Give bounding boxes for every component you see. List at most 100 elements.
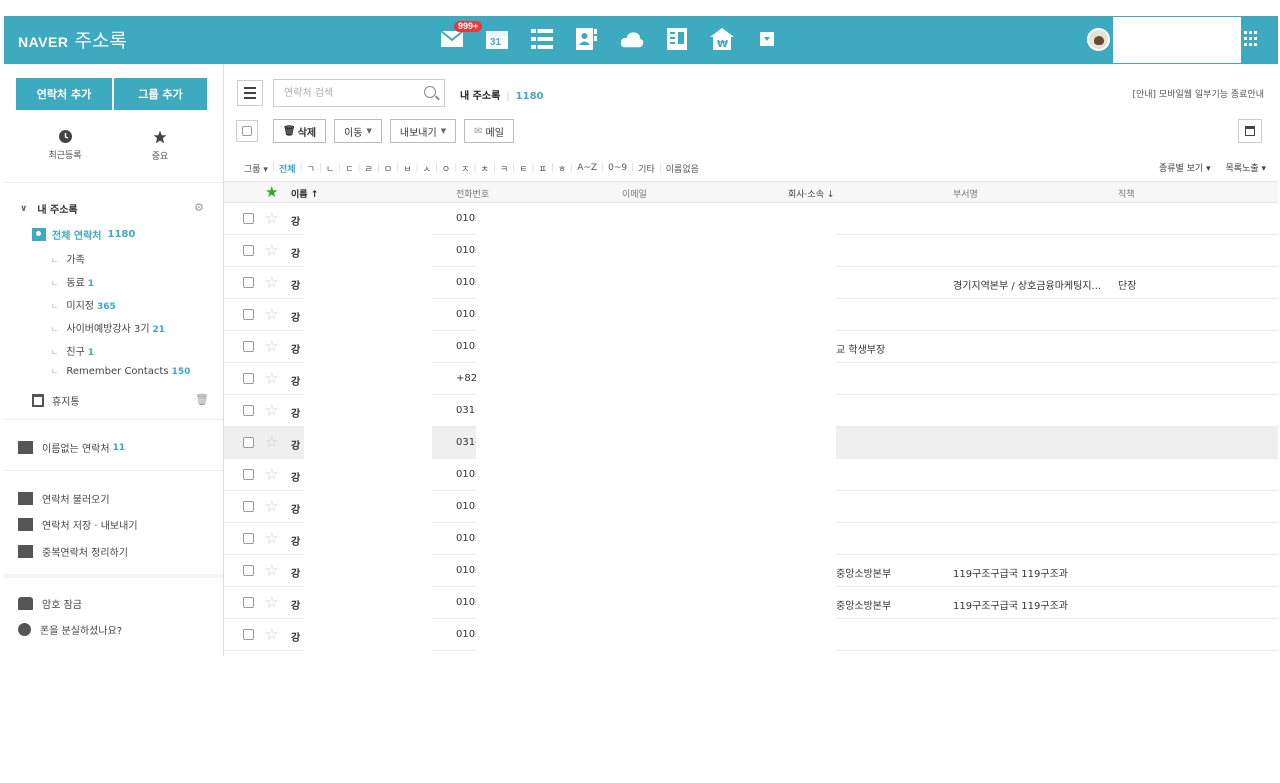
- row-checkbox[interactable]: [243, 629, 254, 640]
- col-email[interactable]: 이메일: [622, 187, 647, 200]
- index-item[interactable]: 기타: [634, 162, 659, 175]
- export-button[interactable]: 내보내기 ▼: [389, 119, 457, 143]
- contact-name[interactable]: 강: [291, 629, 300, 644]
- calendar-icon[interactable]: 31: [485, 25, 509, 53]
- row-checkbox[interactable]: [243, 501, 254, 512]
- contact-name[interactable]: 강: [291, 373, 300, 388]
- favorite-star-icon[interactable]: ☆: [265, 369, 278, 387]
- lost-phone-link[interactable]: 폰을 분실하셨나요?: [18, 622, 122, 637]
- row-checkbox[interactable]: [243, 565, 254, 576]
- favorite-star-icon[interactable]: ☆: [265, 561, 278, 579]
- more-apps-icon[interactable]: [755, 25, 779, 53]
- export-link[interactable]: 연락처 저장 · 내보내기: [18, 517, 138, 532]
- col-company[interactable]: 회사·소속 ↓: [788, 187, 834, 200]
- favorite-star-icon[interactable]: ☆: [265, 337, 278, 355]
- favorite-star-icon[interactable]: ☆: [265, 209, 278, 227]
- star-filter-icon[interactable]: ★: [265, 184, 278, 200]
- notice-link[interactable]: [안내] 모바일웹 일부기능 종료안내: [1132, 87, 1264, 100]
- row-checkbox[interactable]: [243, 309, 254, 320]
- contacts-icon[interactable]: [575, 25, 599, 53]
- contact-name[interactable]: 강: [291, 565, 300, 580]
- row-checkbox[interactable]: [243, 533, 254, 544]
- lock-link[interactable]: 암호 잠금: [18, 596, 82, 611]
- add-group-button[interactable]: 그룹 추가: [114, 78, 207, 110]
- view-type-dropdown[interactable]: 종류별 보기 ▾: [1153, 164, 1211, 174]
- mail-button[interactable]: ✉ 메일: [464, 119, 514, 143]
- move-button[interactable]: 이동 ▼: [334, 119, 382, 143]
- group-item[interactable]: ㄴ Remember Contacts 150: [51, 366, 190, 377]
- contact-name[interactable]: 강: [291, 437, 300, 452]
- search-icon[interactable]: [424, 86, 436, 98]
- col-phone[interactable]: 전화번호: [456, 187, 489, 200]
- favorite-star-icon[interactable]: ☆: [265, 401, 278, 419]
- contact-name[interactable]: 강: [291, 405, 300, 420]
- index-item[interactable]: 0~9: [604, 163, 631, 173]
- contact-name[interactable]: 강: [291, 213, 300, 228]
- contact-name[interactable]: 강: [291, 533, 300, 548]
- favorite-star-icon[interactable]: ☆: [265, 465, 278, 483]
- office-icon[interactable]: [665, 25, 689, 53]
- group-item[interactable]: ㄴ 사이버예방강사 3기 21: [51, 320, 165, 335]
- index-item[interactable]: ㅇ: [438, 162, 454, 175]
- delete-button[interactable]: 🗑 삭제: [273, 119, 327, 143]
- pay-icon[interactable]: ₩: [710, 25, 734, 53]
- row-checkbox[interactable]: [243, 373, 254, 384]
- trash-item[interactable]: 휴지통: [32, 393, 80, 408]
- contact-name[interactable]: 강: [291, 469, 300, 484]
- contact-name[interactable]: 강: [291, 501, 300, 516]
- index-item[interactable]: ㅋ: [496, 162, 512, 175]
- group-item[interactable]: ㄴ 동료 1: [51, 274, 94, 289]
- index-item[interactable]: 이름없음: [662, 162, 703, 175]
- group-item[interactable]: ㄴ 친구 1: [51, 343, 94, 358]
- favorite-star-icon[interactable]: ☆: [265, 593, 278, 611]
- mail-icon[interactable]: 999+: [440, 21, 483, 53]
- logo[interactable]: NAVER 주소록: [18, 26, 127, 53]
- favorite-star-icon[interactable]: ☆: [265, 273, 278, 291]
- row-checkbox[interactable]: [243, 213, 254, 224]
- favorite-star-icon[interactable]: ☆: [265, 305, 278, 323]
- index-item[interactable]: ㅁ: [380, 162, 396, 175]
- index-item[interactable]: ㄴ: [322, 162, 338, 175]
- row-checkbox[interactable]: [243, 437, 254, 448]
- add-contact-button[interactable]: 연락처 추가: [16, 78, 112, 110]
- index-item[interactable]: ㅅ: [419, 162, 435, 175]
- list-view-dropdown[interactable]: 목록노출 ▾: [1219, 164, 1266, 174]
- index-item[interactable]: 전체: [275, 162, 300, 175]
- contact-name[interactable]: 강: [291, 245, 300, 260]
- group-item[interactable]: ㄴ 미지정 365: [51, 297, 116, 312]
- import-link[interactable]: 연락처 불러오기: [18, 491, 110, 506]
- group-filter[interactable]: 그룹 ▾: [240, 162, 272, 175]
- row-checkbox[interactable]: [243, 341, 254, 352]
- row-checkbox[interactable]: [243, 277, 254, 288]
- index-item[interactable]: ㅊ: [477, 162, 493, 175]
- user-name-box[interactable]: [1113, 17, 1241, 63]
- index-item[interactable]: ㅂ: [399, 162, 415, 175]
- contact-name[interactable]: 강: [291, 277, 300, 292]
- index-item[interactable]: ㅌ: [515, 162, 531, 175]
- search-input[interactable]: [274, 80, 414, 106]
- index-item[interactable]: ㄱ: [303, 162, 319, 175]
- my-book-header[interactable]: ∨ 내 주소록: [20, 201, 78, 217]
- row-checkbox[interactable]: [243, 245, 254, 256]
- dedupe-link[interactable]: 중복연락처 정리하기: [18, 544, 128, 559]
- empty-trash-icon[interactable]: 🗑: [195, 393, 209, 406]
- index-item[interactable]: ㅈ: [457, 162, 473, 175]
- favorite-star-icon[interactable]: ☆: [265, 625, 278, 643]
- menu-toggle-button[interactable]: [237, 80, 263, 106]
- group-item[interactable]: ㄴ 가족: [51, 251, 88, 266]
- favorite-star-icon[interactable]: ☆: [265, 433, 278, 451]
- contact-phone[interactable]: +82: [456, 373, 477, 384]
- favorite-star-icon[interactable]: ☆: [265, 529, 278, 547]
- row-checkbox[interactable]: [243, 469, 254, 480]
- index-item[interactable]: ㅍ: [535, 162, 551, 175]
- contact-name[interactable]: 강: [291, 341, 300, 356]
- print-button[interactable]: [1238, 119, 1262, 143]
- index-item[interactable]: ㅎ: [554, 162, 570, 175]
- cloud-icon[interactable]: [620, 25, 644, 53]
- gear-icon[interactable]: ⚙: [194, 201, 204, 214]
- user-avatar[interactable]: [1087, 28, 1110, 51]
- all-contacts-item[interactable]: 전체 연락처 1180: [32, 227, 135, 242]
- chevron-down-icon[interactable]: ∨: [20, 204, 27, 214]
- index-item[interactable]: ㄹ: [361, 162, 377, 175]
- memo-icon[interactable]: [530, 25, 554, 53]
